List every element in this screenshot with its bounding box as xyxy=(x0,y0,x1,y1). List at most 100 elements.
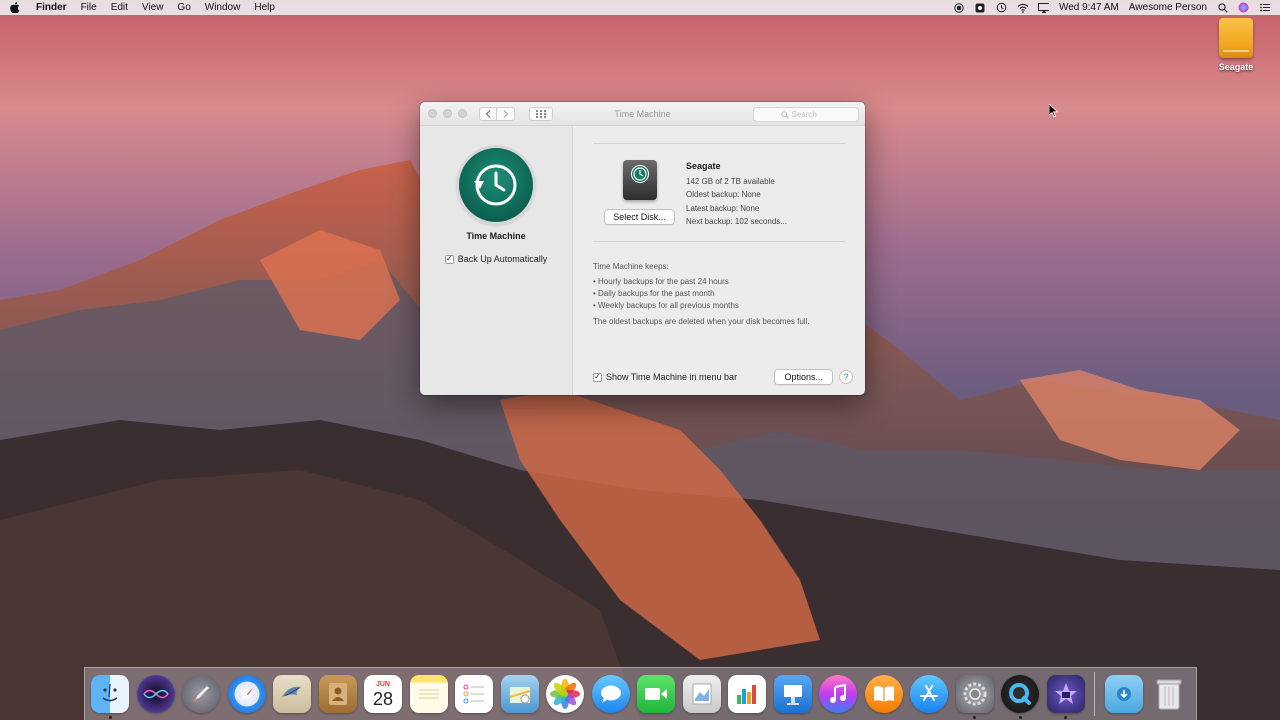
downloads-folder-icon[interactable] xyxy=(1104,675,1143,713)
forward-button[interactable] xyxy=(497,106,515,121)
airplay-icon[interactable] xyxy=(1037,2,1049,13)
keeps-item: • Weekly backups for all previous months xyxy=(593,300,739,310)
divider xyxy=(593,143,845,144)
next-backup: Next backup: 102 seconds... xyxy=(686,217,787,226)
search-field[interactable] xyxy=(753,107,859,122)
calendar-day: 28 xyxy=(372,688,394,709)
menu-app-name[interactable]: Finder xyxy=(36,2,67,13)
search-input[interactable] xyxy=(791,110,832,119)
maps-icon[interactable] xyxy=(500,675,539,713)
calendar-month: JUN xyxy=(375,680,390,688)
finder-icon[interactable] xyxy=(91,675,129,719)
window-titlebar[interactable]: Time Machine xyxy=(420,102,865,126)
show-in-menu-bar-option[interactable]: ✓ Show Time Machine in menu bar xyxy=(593,372,737,382)
trash-icon[interactable] xyxy=(1150,675,1188,713)
back-up-automatically-label: Back Up Automatically xyxy=(457,254,548,264)
menu-view[interactable]: View xyxy=(142,2,164,13)
siri-icon[interactable] xyxy=(136,675,175,713)
apple-menu-icon[interactable] xyxy=(10,2,22,14)
keeps-header: Time Machine keeps: xyxy=(593,261,669,271)
dock: JUN 28 xyxy=(84,667,1197,720)
oldest-backup: Oldest backup: None xyxy=(686,190,761,199)
menu-window[interactable]: Window xyxy=(205,2,241,13)
running-indicator xyxy=(1064,716,1067,719)
backup-disk-icon xyxy=(622,160,657,200)
contacts-icon[interactable] xyxy=(318,675,357,713)
mouse-cursor-icon xyxy=(1049,104,1059,118)
reminders-icon[interactable] xyxy=(455,675,493,713)
menu-go[interactable]: Go xyxy=(177,2,190,13)
time-machine-icon xyxy=(459,148,533,222)
latest-backup: Latest backup: None xyxy=(686,203,760,213)
back-up-automatically-option[interactable]: ✓ Back Up Automatically xyxy=(444,254,548,264)
record-icon[interactable] xyxy=(954,2,965,13)
system-preferences-icon[interactable] xyxy=(955,675,994,719)
dock-divider xyxy=(1094,672,1095,716)
close-button[interactable] xyxy=(428,109,437,118)
screen-icon[interactable] xyxy=(975,2,986,13)
app-store-icon[interactable] xyxy=(910,675,948,713)
menu-help[interactable]: Help xyxy=(254,2,275,13)
running-indicator xyxy=(973,716,976,719)
grid-icon xyxy=(536,109,546,118)
keeps-item: • Hourly backups for the past 24 hours xyxy=(593,276,729,286)
messages-icon[interactable] xyxy=(591,675,630,713)
show-all-button[interactable] xyxy=(529,106,553,121)
desktop-drive-label: Seagate xyxy=(1218,62,1254,72)
left-pane: Time Machine ✓ Back Up Automatically xyxy=(420,126,573,395)
search-icon xyxy=(780,110,789,119)
facetime-icon[interactable] xyxy=(637,675,675,713)
bottom-controls: ✓ Show Time Machine in menu bar Options.… xyxy=(593,369,853,385)
select-disk-button[interactable]: Select Disk... xyxy=(604,209,675,225)
chevron-left-icon xyxy=(485,109,491,118)
siri-icon[interactable] xyxy=(1238,2,1249,13)
quicktime-icon[interactable] xyxy=(1001,675,1039,719)
time-machine-icon[interactable] xyxy=(996,2,1007,13)
zoom-button[interactable] xyxy=(458,109,467,118)
search-icon[interactable] xyxy=(1217,2,1228,13)
list-icon[interactable] xyxy=(1259,2,1270,13)
keeps-note: The oldest backups are deleted when your… xyxy=(593,316,810,326)
menu-file[interactable]: File xyxy=(81,2,97,13)
imovie-icon[interactable] xyxy=(1046,675,1085,719)
nav-buttons xyxy=(479,106,515,121)
safari-icon[interactable] xyxy=(227,675,266,713)
keynote-icon[interactable] xyxy=(773,675,812,713)
wifi-icon[interactable] xyxy=(1017,2,1028,13)
running-indicator xyxy=(1018,716,1022,719)
disk-name: Seagate xyxy=(686,161,721,171)
show-in-menu-bar-checkbox[interactable]: ✓ xyxy=(593,372,602,382)
disk-info: Seagate 142 GB of 2 TB available Oldest … xyxy=(686,160,787,229)
numbers-icon[interactable] xyxy=(728,675,766,713)
keeps-item: • Daily backups for the past month xyxy=(593,288,715,298)
clock[interactable]: Wed 9:47 AM xyxy=(1059,2,1119,13)
backup-disk-section: Select Disk... Seagate 142 GB of 2 TB av… xyxy=(593,160,845,229)
divider xyxy=(593,240,845,242)
chevron-right-icon xyxy=(503,109,508,118)
options-button[interactable]: Options... xyxy=(774,369,833,385)
help-button[interactable]: ? xyxy=(839,370,853,384)
user-name[interactable]: Awesome Person xyxy=(1129,2,1207,13)
mail-icon[interactable] xyxy=(273,675,311,713)
preview-icon[interactable] xyxy=(682,675,721,713)
back-button[interactable] xyxy=(479,106,497,121)
external-drive-icon xyxy=(1219,18,1253,58)
disk-available: 142 GB of 2 TB available xyxy=(686,176,775,186)
show-in-menu-bar-label: Show Time Machine in menu bar xyxy=(606,372,738,382)
itunes-icon[interactable] xyxy=(819,675,857,713)
menu-edit[interactable]: Edit xyxy=(111,2,128,13)
desktop-drive-seagate[interactable]: Seagate xyxy=(1210,18,1262,72)
back-up-automatically-checkbox[interactable]: ✓ xyxy=(444,254,454,264)
time-machine-preferences-window: Time Machine Time Machine ✓ Back Up Auto… xyxy=(420,102,865,395)
menu-bar: Finder File Edit View Go Window Help Wed… xyxy=(0,0,1280,15)
app-label: Time Machine xyxy=(466,231,526,241)
launchpad-icon[interactable] xyxy=(182,675,220,713)
ibooks-icon[interactable] xyxy=(864,675,903,713)
calendar-icon[interactable]: JUN 28 xyxy=(364,675,402,713)
running-indicator xyxy=(108,716,112,719)
photos-icon[interactable] xyxy=(546,675,584,713)
minimize-button[interactable] xyxy=(443,109,452,118)
window-controls xyxy=(428,109,467,118)
retention-info: Time Machine keeps: • Hourly backups for… xyxy=(593,261,845,328)
notes-icon[interactable] xyxy=(409,675,448,713)
